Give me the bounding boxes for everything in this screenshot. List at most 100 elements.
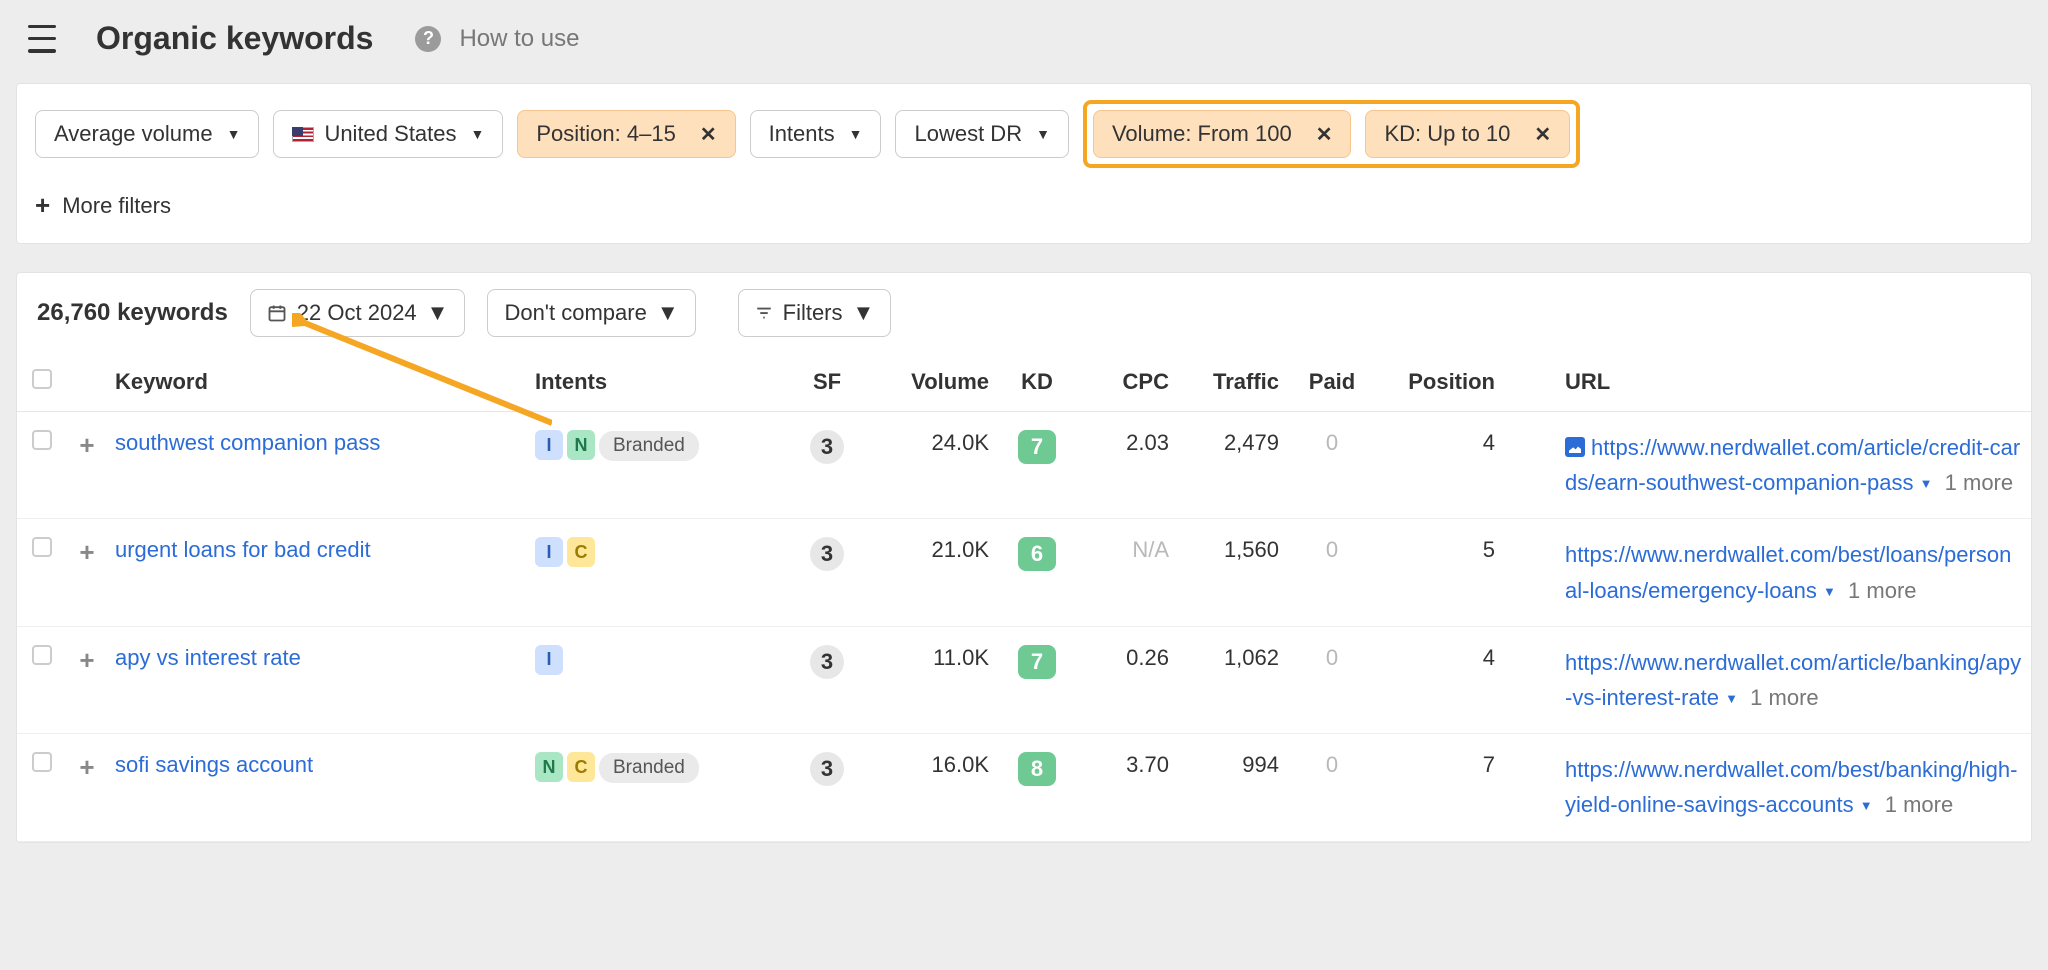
more-filters-button[interactable]: + More filters: [35, 190, 2013, 221]
col-position[interactable]: Position: [1377, 353, 1517, 412]
volume-value: 21.0K: [867, 519, 997, 626]
intent-badge-i: I: [535, 537, 563, 567]
expand-icon[interactable]: +: [79, 645, 94, 675]
keyword-link[interactable]: urgent loans for bad credit: [115, 537, 371, 562]
help-link[interactable]: How to use: [459, 25, 579, 53]
chevron-down-icon: ▼: [853, 300, 875, 326]
position-value: 4: [1377, 412, 1517, 519]
intents-filter[interactable]: Intents ▼: [750, 110, 882, 158]
col-intents[interactable]: Intents: [527, 353, 787, 412]
keyword-link[interactable]: sofi savings account: [115, 752, 313, 777]
row-checkbox[interactable]: [32, 430, 52, 450]
close-icon[interactable]: ✕: [700, 122, 717, 147]
col-url[interactable]: URL: [1557, 353, 2031, 412]
position-filter[interactable]: Position: 4–15 ✕: [517, 110, 735, 158]
intents-cell: I: [527, 626, 787, 733]
table-row: + apy vs interest rate I 3 11.0K 7 0.26 …: [17, 626, 2031, 733]
filter-label: United States: [324, 121, 456, 147]
average-volume-filter[interactable]: Average volume ▼: [35, 110, 259, 158]
more-urls-link[interactable]: 1 more: [1885, 792, 1953, 817]
expand-icon[interactable]: +: [79, 430, 94, 460]
close-icon[interactable]: ✕: [1534, 122, 1551, 147]
position-value: 7: [1377, 734, 1517, 841]
kd-filter[interactable]: KD: Up to 10 ✕: [1365, 110, 1570, 158]
sf-value[interactable]: 3: [810, 645, 844, 679]
more-urls-link[interactable]: 1 more: [1750, 685, 1818, 710]
paid-value: 0: [1287, 412, 1377, 519]
lowest-dr-filter[interactable]: Lowest DR ▼: [895, 110, 1068, 158]
chevron-down-icon[interactable]: ▼: [1725, 691, 1738, 706]
kd-value: 7: [1018, 645, 1056, 679]
col-paid[interactable]: Paid: [1287, 353, 1377, 412]
intent-badge-i: I: [535, 430, 563, 460]
row-checkbox[interactable]: [32, 645, 52, 665]
cpc-value: N/A: [1077, 519, 1177, 626]
col-keyword[interactable]: Keyword: [107, 353, 527, 412]
keywords-table: Keyword Intents SF Volume KD CPC Traffic…: [17, 353, 2031, 842]
highlighted-filters: Volume: From 100 ✕ KD: Up to 10 ✕: [1083, 100, 1580, 168]
more-urls-link[interactable]: 1 more: [1848, 578, 1916, 603]
filter-label: KD: Up to 10: [1384, 121, 1510, 147]
table-toolbar: 26,760 keywords 22 Oct 2024 ▼ Don't comp…: [17, 273, 2031, 353]
date-picker-button[interactable]: 22 Oct 2024 ▼: [250, 289, 466, 337]
intent-badge-i: I: [535, 645, 563, 675]
col-traffic[interactable]: Traffic: [1177, 353, 1287, 412]
calendar-icon: [267, 303, 287, 323]
hamburger-menu-icon[interactable]: [28, 25, 56, 53]
branded-badge: Branded: [599, 753, 699, 783]
keyword-link[interactable]: southwest companion pass: [115, 430, 380, 455]
row-checkbox[interactable]: [32, 752, 52, 772]
url-link[interactable]: https://www.nerdwallet.com/best/loans/pe…: [1565, 542, 2011, 602]
intent-badge-c: C: [567, 752, 595, 782]
filter-label: Position: 4–15: [536, 121, 675, 147]
close-icon[interactable]: ✕: [1316, 122, 1333, 147]
select-all-checkbox[interactable]: [32, 369, 52, 389]
sf-value[interactable]: 3: [810, 430, 844, 464]
chevron-down-icon: ▼: [427, 300, 449, 326]
row-checkbox[interactable]: [32, 537, 52, 557]
keyword-count: 26,760 keywords: [37, 299, 228, 327]
col-kd[interactable]: KD: [997, 353, 1077, 412]
help-icon[interactable]: ?: [415, 26, 441, 52]
traffic-value: 1,560: [1177, 519, 1287, 626]
col-volume[interactable]: Volume: [867, 353, 997, 412]
expand-icon[interactable]: +: [79, 537, 94, 567]
expand-icon[interactable]: +: [79, 752, 94, 782]
volume-value: 16.0K: [867, 734, 997, 841]
compare-button[interactable]: Don't compare ▼: [487, 289, 695, 337]
filters-button[interactable]: Filters ▼: [738, 289, 892, 337]
kd-value: 6: [1018, 537, 1056, 571]
table-row: + southwest companion pass INBranded 3 2…: [17, 412, 2031, 519]
chevron-down-icon[interactable]: ▼: [1823, 584, 1836, 599]
keywords-table-card: 26,760 keywords 22 Oct 2024 ▼ Don't comp…: [16, 272, 2032, 843]
sf-value[interactable]: 3: [810, 537, 844, 571]
chevron-down-icon: ▼: [471, 126, 485, 142]
chevron-down-icon: ▼: [657, 300, 679, 326]
table-row: + sofi savings account NCBranded 3 16.0K…: [17, 734, 2031, 841]
more-filters-label: More filters: [62, 193, 171, 219]
table-header-row: Keyword Intents SF Volume KD CPC Traffic…: [17, 353, 2031, 412]
more-urls-link[interactable]: 1 more: [1945, 470, 2013, 495]
chevron-down-icon[interactable]: ▼: [1860, 798, 1873, 813]
compare-label: Don't compare: [504, 300, 646, 326]
volume-filter[interactable]: Volume: From 100 ✕: [1093, 110, 1352, 158]
filter-icon: [755, 304, 773, 322]
branded-badge: Branded: [599, 431, 699, 461]
chevron-down-icon[interactable]: ▼: [1920, 476, 1933, 491]
paid-value: 0: [1287, 626, 1377, 733]
sf-value[interactable]: 3: [810, 752, 844, 786]
paid-value: 0: [1287, 734, 1377, 841]
col-sf[interactable]: SF: [787, 353, 867, 412]
volume-value: 24.0K: [867, 412, 997, 519]
date-label: 22 Oct 2024: [297, 300, 417, 326]
intents-cell: IC: [527, 519, 787, 626]
table-row: + urgent loans for bad credit IC 3 21.0K…: [17, 519, 2031, 626]
url-cell: https://www.nerdwallet.com/best/banking/…: [1557, 734, 2031, 841]
kd-value: 7: [1018, 430, 1056, 464]
country-filter[interactable]: United States ▼: [273, 110, 503, 158]
cpc-value: 3.70: [1077, 734, 1177, 841]
col-cpc[interactable]: CPC: [1077, 353, 1177, 412]
keyword-link[interactable]: apy vs interest rate: [115, 645, 301, 670]
filter-label: Volume: From 100: [1112, 121, 1292, 147]
plus-icon: +: [35, 190, 50, 221]
